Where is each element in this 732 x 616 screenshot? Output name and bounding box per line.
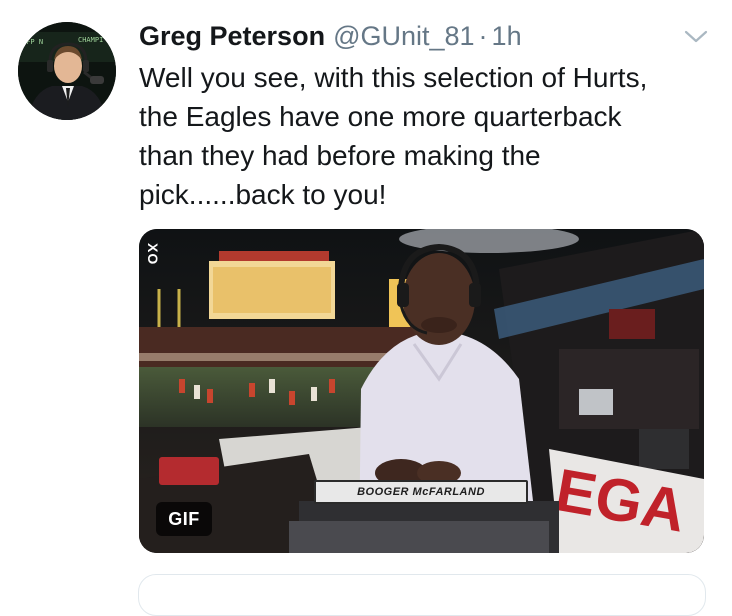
tweet-text: Well you see, with this selection of Hur…	[139, 62, 648, 210]
separator-dot: ·	[478, 20, 488, 51]
next-tweet-card[interactable]	[138, 574, 706, 616]
avatar-overlay-right-text: CHAMPI	[78, 36, 103, 44]
gif-frame: EGA	[139, 229, 704, 553]
tweet-header: Greg Peterson @GUnit_81 · 1h	[139, 14, 522, 58]
nameplate-text: BOOGER McFARLAND	[357, 486, 485, 498]
author-handle[interactable]: @GUnit_81	[333, 21, 474, 52]
avatar[interactable]: CFP N CHAMPI	[18, 22, 116, 120]
gif-badge: GIF	[156, 502, 212, 536]
timestamp[interactable]: 1h	[492, 21, 522, 52]
lower-third-nameplate: BOOGER McFARLAND	[314, 480, 528, 504]
avatar-photo: CFP N CHAMPI	[18, 22, 116, 120]
avatar-overlay-left-text: CFP N	[22, 38, 43, 46]
tweet-media-gif[interactable]: EGA XO BOOGER McFARLAND GIF	[139, 229, 704, 553]
network-logo: XO	[145, 243, 161, 266]
author-name[interactable]: Greg Peterson	[139, 21, 325, 52]
chevron-down-icon[interactable]	[680, 24, 712, 48]
